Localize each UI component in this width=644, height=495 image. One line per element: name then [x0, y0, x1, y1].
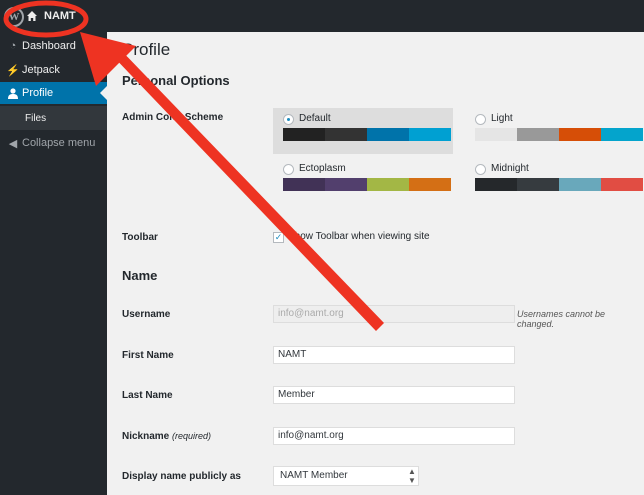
site-name-link[interactable]: NAMT — [26, 0, 76, 32]
show-toolbar-label: Show Toolbar when viewing site — [288, 231, 430, 242]
swatch — [601, 178, 643, 191]
required-note: (required) — [172, 431, 212, 441]
nickname-label-text: Nickname — [122, 431, 170, 442]
swatch — [559, 128, 601, 141]
sidebar-item-jetpack[interactable]: ⚡ Jetpack — [0, 59, 107, 81]
last-name-label: Last Name — [122, 390, 173, 401]
sidebar-item-profile[interactable]: Profile — [0, 82, 107, 104]
display-name-value: NAMT Member — [280, 470, 348, 481]
display-name-label: Display name publicly as — [122, 471, 241, 482]
toolbar-label: Toolbar — [122, 232, 158, 243]
nickname-field[interactable]: info@namt.org — [273, 427, 515, 445]
username-field: info@namt.org — [273, 305, 515, 323]
display-name-select[interactable]: NAMT Member ▲ ▼ — [273, 466, 419, 486]
admin-sidebar: ◔ Dashboard ⚡ Jetpack Profile Files ◀ Co… — [0, 32, 107, 495]
radio-default[interactable] — [283, 114, 294, 125]
scheme-name: Default — [299, 113, 331, 124]
sidebar-item-label: Dashboard — [22, 40, 76, 52]
collapse-icon: ◀ — [8, 137, 18, 150]
sidebar-item-label: Jetpack — [22, 64, 60, 76]
page-title: Profile — [122, 40, 171, 59]
sidebar-item-dashboard[interactable]: ◔ Dashboard — [0, 35, 107, 57]
nickname-label: Nickname (required) — [122, 431, 211, 442]
username-note: Usernames cannot be changed. — [517, 309, 606, 329]
color-scheme-light[interactable]: Light — [465, 108, 644, 154]
sidebar-item-label: Collapse menu — [22, 137, 96, 149]
swatch — [601, 128, 643, 141]
color-scheme-ectoplasm[interactable]: Ectoplasm — [273, 158, 453, 204]
sidebar-item-label: Files — [25, 112, 47, 124]
radio-ectoplasm[interactable] — [283, 164, 294, 175]
swatch — [367, 128, 409, 141]
collapse-menu-button[interactable]: ◀ Collapse menu — [0, 132, 107, 154]
swatch — [409, 178, 451, 191]
swatch — [283, 178, 325, 191]
swatch — [559, 178, 601, 191]
scheme-name: Light — [491, 113, 513, 124]
color-scheme-midnight[interactable]: Midnight — [465, 158, 644, 204]
jetpack-icon: ⚡ — [6, 64, 20, 77]
admin-color-scheme-label: Admin Color Scheme — [122, 112, 224, 123]
first-name-label: First Name — [122, 350, 174, 361]
select-arrows-icon: ▲ ▼ — [408, 467, 416, 485]
personal-options-heading: Personal Options — [122, 73, 230, 88]
swatch — [325, 178, 367, 191]
wordpress-logo-icon[interactable]: W — [4, 7, 24, 27]
swatch — [517, 178, 559, 191]
color-scheme-default[interactable]: Default — [273, 108, 453, 154]
swatch — [475, 178, 517, 191]
sidebar-item-label: Profile — [22, 87, 54, 99]
scheme-name: Midnight — [491, 163, 529, 174]
user-icon — [4, 87, 22, 99]
swatch — [367, 178, 409, 191]
site-name-label: NAMT — [44, 10, 76, 22]
admin-bar: W NAMT — [0, 0, 644, 32]
swatch — [283, 128, 325, 141]
dashboard-icon: ◔ — [9, 40, 17, 52]
scheme-name: Ectoplasm — [299, 163, 346, 174]
radio-midnight[interactable] — [475, 164, 486, 175]
username-label: Username — [122, 309, 171, 320]
scheme-swatches — [283, 178, 451, 191]
name-heading: Name — [122, 268, 158, 283]
swatch — [517, 128, 559, 141]
last-name-field[interactable]: Member — [273, 386, 515, 404]
home-icon — [27, 11, 37, 21]
radio-light[interactable] — [475, 114, 486, 125]
swatch — [325, 128, 367, 141]
scheme-swatches — [283, 128, 451, 141]
swatch — [409, 128, 451, 141]
show-toolbar-checkbox[interactable]: ✓ — [273, 232, 284, 243]
profile-content: Profile Personal Options Admin Color Sch… — [107, 32, 644, 495]
sidebar-subitem-files[interactable]: Files — [0, 106, 107, 130]
scheme-swatches — [475, 178, 643, 191]
scheme-swatches — [475, 128, 643, 141]
first-name-field[interactable]: NAMT — [273, 346, 515, 364]
swatch — [475, 128, 517, 141]
